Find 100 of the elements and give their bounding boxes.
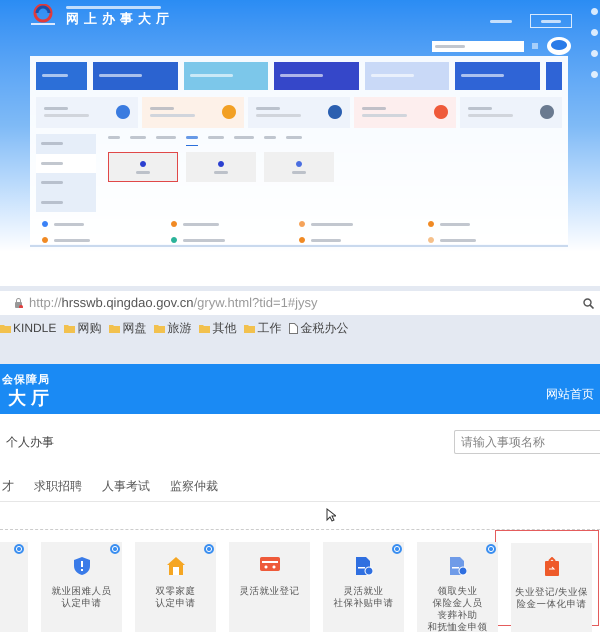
link[interactable] (182, 220, 218, 228)
blurred-text (108, 136, 120, 139)
service-icon (328, 105, 342, 120)
info-icon[interactable] (110, 544, 120, 554)
blurred-text (541, 20, 561, 22)
blurred-text (99, 74, 142, 78)
page-icon (289, 322, 298, 334)
blurred-text (41, 200, 63, 204)
quick-card[interactable] (460, 96, 562, 128)
menu-icon[interactable] (532, 43, 538, 49)
link[interactable] (311, 236, 341, 244)
blurred-text (362, 114, 407, 118)
service-card[interactable]: 灵活就业 社保补贴申请 (323, 542, 404, 632)
bookmark[interactable]: 旅游 (154, 319, 192, 337)
folder-icon (0, 324, 11, 332)
tab[interactable]: 才 (2, 476, 14, 494)
blurred-text (214, 170, 228, 174)
site-title: 网上办事大厅 (66, 12, 174, 25)
bookmark[interactable]: 其他 (199, 319, 236, 337)
blurred-text (468, 107, 492, 110)
bookmark[interactable]: KINDLE (0, 319, 56, 337)
tab[interactable]: 监察仲裁 (170, 476, 218, 494)
tab[interactable]: 人事考试 (102, 476, 150, 494)
tab[interactable]: 求职招聘 (34, 476, 82, 494)
header-subtitle: 会保障局 (2, 373, 50, 387)
folder-icon (64, 324, 76, 332)
search-icon[interactable] (583, 298, 594, 308)
sidebar-item[interactable] (36, 154, 96, 173)
blurred-text (490, 20, 512, 22)
service-icon (434, 105, 448, 120)
link[interactable] (440, 236, 476, 244)
link[interactable] (182, 236, 224, 244)
house-icon (166, 556, 184, 576)
clipboard-icon (544, 557, 560, 577)
bookmark[interactable]: 网购 (64, 319, 102, 337)
bookmark[interactable]: 网盘 (109, 319, 146, 337)
robot-icon[interactable] (546, 36, 572, 56)
service-icon (540, 105, 554, 120)
service-tile[interactable] (264, 152, 334, 182)
info-icon[interactable] (392, 544, 402, 554)
sidebar-tool-icon[interactable] (591, 50, 598, 57)
service-icon (222, 105, 236, 120)
tab[interactable] (186, 136, 198, 146)
sidebar-tool-icon[interactable] (591, 71, 598, 78)
cursor-icon (326, 508, 336, 522)
sidebar-tool-icon[interactable] (591, 8, 598, 15)
bookmark[interactable]: 工作 (244, 319, 282, 337)
link[interactable] (54, 236, 90, 244)
search-field[interactable] (432, 40, 524, 52)
link[interactable] (440, 220, 470, 228)
sidebar-tool-icon[interactable] (591, 29, 598, 36)
service-card[interactable] (0, 542, 28, 632)
service-tile[interactable] (186, 152, 256, 182)
service-label: 灵活就业 社保补贴申请 (334, 586, 394, 610)
banner[interactable] (455, 62, 540, 90)
service-card[interactable]: 灵活就业登记 (229, 542, 310, 632)
service-tile[interactable] (108, 152, 178, 182)
quick-card[interactable] (36, 96, 138, 128)
blurred-text (311, 222, 353, 226)
service-label: 灵活就业登记 (240, 586, 300, 598)
service-card[interactable]: 失业登记/失业保 险金一体化申请 (511, 543, 592, 632)
home-link[interactable]: 网站首页 (546, 385, 594, 403)
address-bar[interactable]: http://hrsswb.qingdao.gov.cn/gryw.html?tid=1#jysy (0, 291, 600, 315)
service-card[interactable]: 双零家庭 认定申请 (135, 542, 216, 632)
banner[interactable] (274, 62, 359, 90)
search-field[interactable]: 请输入事项名称 (454, 430, 600, 454)
blurred-text (256, 107, 280, 110)
info-icon[interactable] (14, 544, 24, 554)
link[interactable] (54, 220, 84, 228)
folder-icon (154, 324, 166, 332)
blurred-text (54, 238, 90, 242)
link[interactable] (311, 220, 353, 228)
blurred-text (54, 222, 84, 226)
blurred-text (362, 107, 386, 110)
service-icon (140, 160, 146, 166)
service-label: 就业困难人员 认定申请 (52, 586, 112, 610)
quick-card[interactable] (354, 96, 456, 128)
service-icon (116, 105, 130, 120)
login-button[interactable] (530, 14, 572, 28)
document-icon (448, 556, 466, 576)
banner[interactable] (93, 62, 178, 90)
service-label: 领取失业 保险金人员 丧葬补助 和抚恤金申领 (428, 586, 488, 632)
blurred-text (186, 136, 198, 139)
blurred-text (440, 222, 470, 226)
blurred-text (280, 74, 324, 78)
blurred-text (182, 222, 218, 226)
blurred-text (264, 136, 276, 139)
bookmark[interactable]: 金税办公 (289, 319, 348, 337)
service-card[interactable]: 就业困难人员 认定申请 (41, 542, 122, 632)
blurred-text (182, 238, 224, 242)
blurred-text (44, 107, 68, 110)
service-card[interactable]: 领取失业 保险金人员 丧葬补助 和抚恤金申领 (417, 542, 498, 632)
info-icon[interactable] (204, 544, 214, 554)
blurred-text (286, 136, 302, 139)
blurred-text (41, 142, 63, 146)
banner[interactable] (36, 62, 88, 90)
blurred-text (150, 107, 174, 110)
quick-card[interactable] (248, 96, 350, 128)
service-icon (296, 160, 302, 166)
info-icon[interactable] (486, 544, 496, 554)
